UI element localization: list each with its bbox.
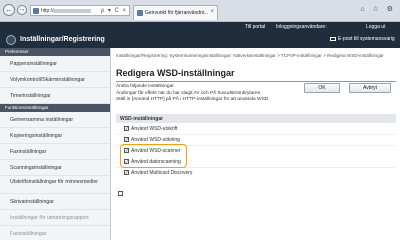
- page-icon: [33, 8, 39, 14]
- login-user-label: Inloggningsanvändare:: [276, 24, 327, 30]
- sidebar-item-timer[interactable]: Timerinställningar: [0, 88, 110, 104]
- sidebar-item-fax[interactable]: Faxinställningar: [0, 144, 110, 160]
- sidebar-heading-functions: Funktionsinställningar: [0, 104, 110, 112]
- email-admin-link[interactable]: E-post till systemansvarig: [338, 36, 395, 42]
- sidebar-item-scan[interactable]: Scanningsinställningar: [0, 160, 110, 176]
- description-line-3: Ställ in [Använd HTTP] på PÅ i HTTP-inst…: [116, 97, 270, 102]
- sidebar-item-printer[interactable]: Skrivarinställningar: [0, 194, 110, 210]
- bottom-marker-icon: [118, 191, 123, 196]
- sidebar-item-volume[interactable]: Volymkontroll/Skärminställningar: [0, 72, 110, 88]
- section-title: WSD-inställningar: [116, 114, 396, 123]
- browser-tab[interactable]: Genvunkt för fjärranvändni... ×: [133, 5, 218, 20]
- tab-title: Genvunkt för fjärranvändni...: [145, 10, 209, 16]
- cancel-button[interactable]: Avbryt: [349, 83, 391, 93]
- sidebar: Preferenser Pappersinställningar Volymko…: [0, 48, 111, 240]
- browser-window-icons[interactable]: ⌂ ☆ ⚙: [360, 5, 396, 13]
- main-panel: Inställningar/Registrering: Systemhanter…: [112, 48, 400, 240]
- wsd-print-checkbox[interactable]: ✓: [124, 125, 129, 131]
- option-label: Använd WSD-utskrift: [131, 126, 178, 132]
- address-bar[interactable]: http:// ρ ▾ C ×: [30, 5, 130, 16]
- app-header: Till portal Inloggningsanvändare: Logga …: [0, 22, 400, 48]
- address-tools[interactable]: ρ ▾ C ×: [101, 7, 127, 14]
- option-multicast-discovery: ✓ Använd Multicast Discovery: [124, 169, 192, 177]
- sidebar-item-fax-2[interactable]: Faxinställningar: [0, 226, 110, 240]
- settings-logo-icon: [6, 35, 16, 45]
- multicast-discovery-checkbox[interactable]: ✓: [124, 169, 129, 175]
- logout-link[interactable]: Logga ut: [366, 24, 385, 30]
- highlight-frame: [120, 144, 187, 168]
- divider: [116, 134, 396, 135]
- mail-icon: [330, 37, 336, 41]
- option-label: Använd WSD-sökning: [131, 137, 180, 143]
- tab-close-icon[interactable]: ×: [210, 9, 214, 15]
- sidebar-heading-preferences: Preferenser: [0, 48, 110, 56]
- title-divider: [116, 81, 396, 82]
- tab-favicon-icon: [137, 10, 143, 16]
- page-title: Redigera WSD-inställningar: [116, 68, 235, 78]
- ok-button[interactable]: OK: [304, 83, 340, 93]
- breadcrumb: Inställningar/Registrering: Systemhanter…: [116, 53, 384, 58]
- option-label: Använd Multicast Discovery: [131, 170, 193, 176]
- sidebar-item-paper[interactable]: Pappersinställningar: [0, 56, 110, 72]
- description: Ändra följande inställningar. Ändringar …: [116, 84, 316, 104]
- sidebar-item-memory-print[interactable]: Utskriftsinställningar för minnesmedier: [0, 176, 110, 194]
- option-wsd-browse: ✓ Använd WSD-sökning: [124, 136, 180, 144]
- sidebar-item-copy[interactable]: Kopieringsinställningar: [0, 128, 110, 144]
- option-wsd-print: ✓ Använd WSD-utskrift: [124, 125, 177, 133]
- browser-toolbar: ← → http:// ρ ▾ C × Genvunkt för fjärran…: [0, 0, 400, 22]
- sidebar-item-output-report[interactable]: Inställningar för utmatningsrapport: [0, 210, 110, 226]
- wsd-browse-checkbox[interactable]: ✓: [124, 136, 129, 142]
- address-redacted: [53, 9, 91, 13]
- app-title: Inställningar/Registrering: [20, 36, 105, 43]
- forward-button[interactable]: →: [17, 5, 27, 15]
- sidebar-item-common[interactable]: Gemensamma inställningar: [0, 112, 110, 128]
- address-text: http://: [41, 8, 54, 14]
- portal-link[interactable]: Till portal: [245, 24, 265, 30]
- back-button[interactable]: ←: [3, 4, 15, 16]
